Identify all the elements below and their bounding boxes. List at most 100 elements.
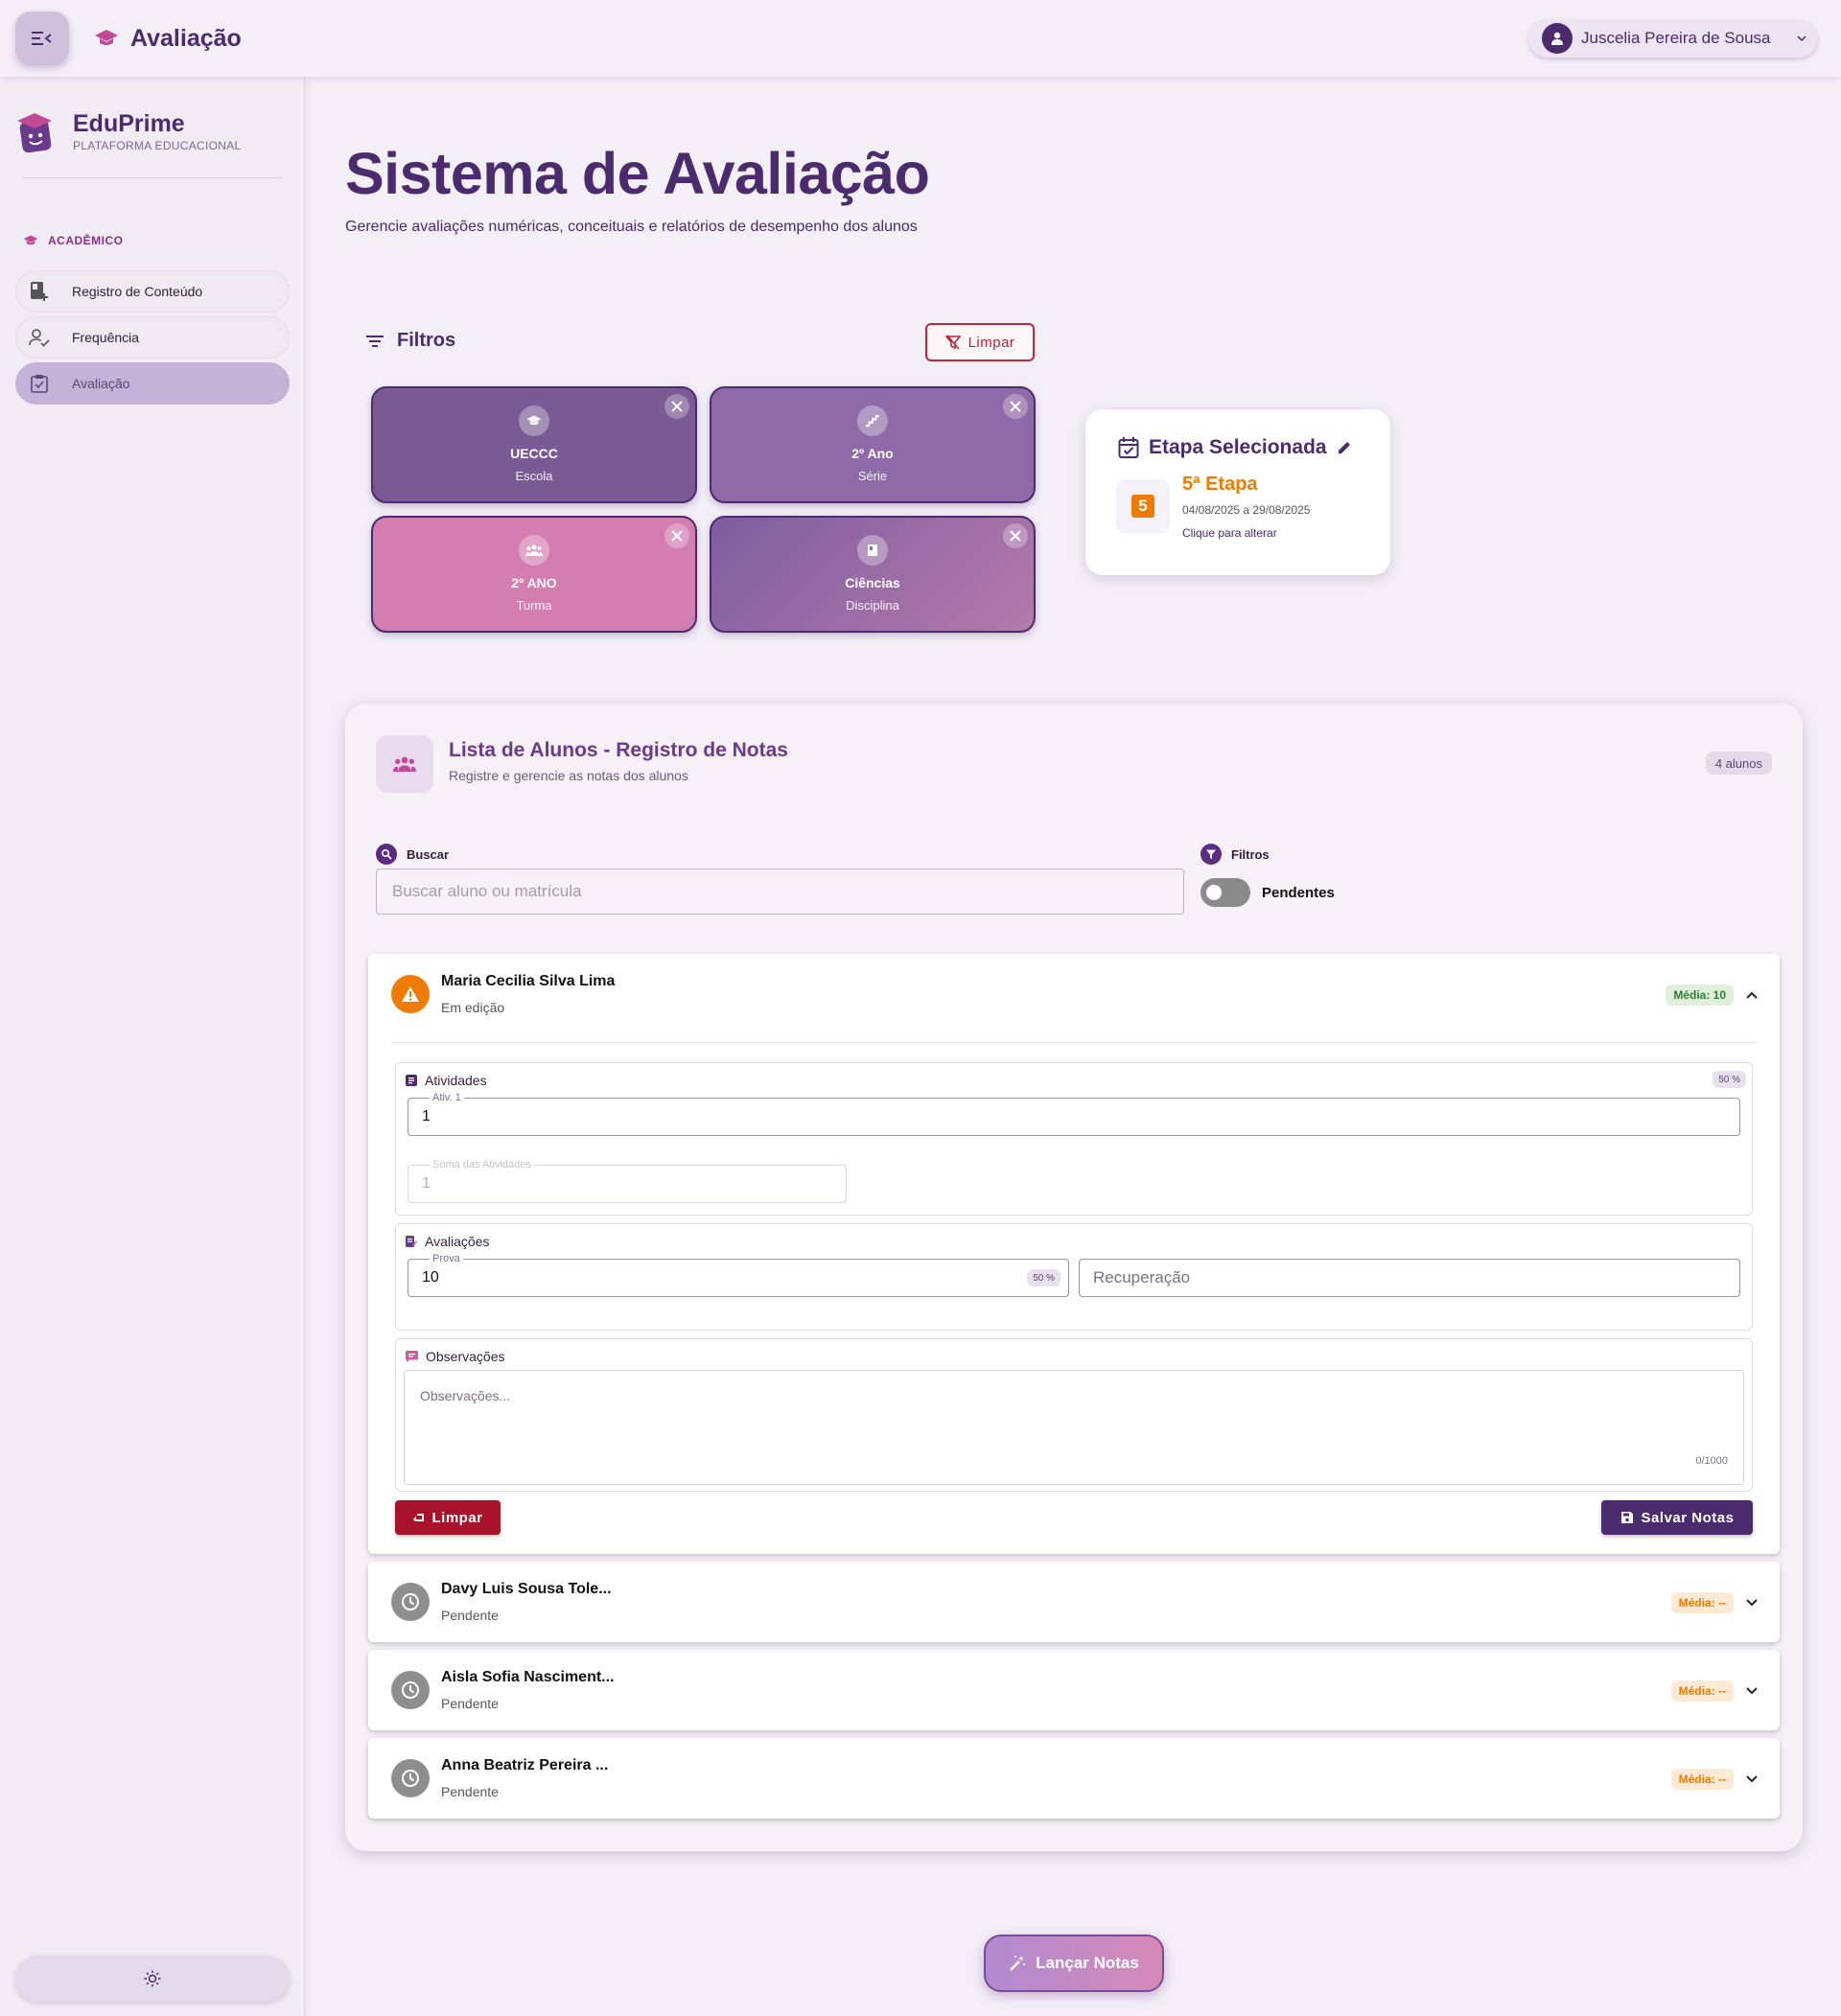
observations-section: Observações Observações... 0/1000 [395,1338,1753,1492]
chevron-up-icon[interactable] [1745,988,1759,1002]
filter-card-disciplina[interactable]: Ciências Disciplina [710,516,1036,633]
observations-counter: 0/1000 [1695,1455,1728,1467]
student-card[interactable]: Davy Luis Sousa Tole... Pendente Média: … [368,1562,1780,1642]
student-name: Aisla Sofia Nasciment... [441,1669,615,1685]
comment-icon [406,1351,418,1362]
group-icon [519,535,549,566]
student-status: Pendente [441,1696,499,1711]
theme-toggle-button[interactable] [15,1956,290,2002]
save-grades-button[interactable]: Salvar Notas [1601,1500,1753,1535]
exam-label: Prova [430,1252,463,1265]
page-subtitle: Gerencie avaliações numéricas, conceitua… [345,219,918,235]
clear-filters-label: Limpar [967,334,1015,351]
edit-pencil-icon[interactable] [1337,440,1352,455]
exam-weight-badge: 50 % [1027,1269,1060,1286]
sidebar-item-label: Registro de Conteúdo [72,284,203,299]
eraser-icon [413,1514,425,1521]
list-box-icon [406,1075,417,1086]
stage-title-text: Etapa Selecionada [1149,436,1327,458]
selected-stage-card[interactable]: Etapa Selecionada 5 5ª Etapa 04/08/2025 … [1085,409,1390,575]
activity-1-field[interactable]: Ativ. 1 1 [408,1091,1740,1136]
sidebar-item-frequencia[interactable]: Frequência [15,316,290,359]
clock-icon [391,1759,430,1797]
calendar-check-icon [1118,437,1139,458]
sidebar: EduPrime PLATAFORMA EDUCACIONAL ACADÊMIC… [0,77,305,2016]
panel-title: Lista de Alunos - Registro de Notas [449,739,788,761]
launch-grades-button[interactable]: Lançar Notas [984,1935,1164,1992]
filter-value: Ciências [845,575,900,591]
activity-1-value: 1 [422,1108,431,1124]
exam-grade-field[interactable]: Prova 10 50 % [408,1252,1069,1297]
sidebar-item-label: Frequência [72,330,140,345]
chevron-down-icon[interactable] [1745,1684,1759,1698]
user-menu-button[interactable]: Juscelia Pereira de Sousa [1528,19,1818,58]
observations-textarea[interactable]: Observações... 0/1000 [404,1370,1744,1485]
student-name: Maria Cecilia Silva Lima [441,973,616,989]
clear-grades-button[interactable]: Limpar [395,1500,501,1535]
avatar [1542,23,1573,54]
change-stage-link[interactable]: Clique para alterar [1182,526,1277,540]
student-status: Pendente [441,1784,499,1799]
chevron-down-icon[interactable] [1745,1596,1759,1610]
recovery-grade-field[interactable]: Recuperação [1079,1259,1740,1297]
brand: EduPrime PLATAFORMA EDUCACIONAL [13,109,242,155]
filter-card-serie[interactable]: 2º Ano Série [710,386,1036,503]
filter-label: Escola [515,469,553,483]
stage-title: Etapa Selecionada [1118,436,1352,459]
chevron-down-icon[interactable] [1745,1773,1759,1786]
remove-filter-button[interactable] [1003,394,1028,419]
student-card[interactable]: Anna Beatriz Pereira ... Pendente Média:… [368,1738,1780,1819]
section-label-academico: ACADÊMICO [23,234,124,247]
sidebar-item-avaliacao[interactable]: Avaliação [15,362,290,405]
brand-name: EduPrime [73,110,185,137]
clear-filters-button[interactable]: Limpar [925,323,1035,361]
activities-title: Atividades [425,1073,487,1088]
group-icon [376,735,433,793]
menu-toggle-button[interactable] [15,12,69,65]
observations-placeholder: Observações... [420,1388,511,1403]
user-name: Juscelia Pereira de Sousa [1581,29,1771,47]
filter-lines-icon [366,335,384,347]
filter-card-turma[interactable]: 2º ANO Turma [371,516,697,633]
pending-toggle[interactable] [1200,878,1250,907]
student-name: Anna Beatriz Pereira ... [441,1757,609,1773]
activity-1-label: Ativ. 1 [430,1091,464,1104]
filter-label: Disciplina [846,598,899,613]
student-card[interactable]: Aisla Sofia Nasciment... Pendente Média:… [368,1650,1780,1730]
close-icon [671,401,683,412]
close-icon [1010,401,1021,412]
divider [23,177,282,178]
filter-value: UECCC [510,446,558,461]
clock-icon [391,1671,430,1709]
filter-card-escola[interactable]: UECCC Escola [371,386,697,503]
student-status: Em edição [441,1000,505,1015]
panel-subtitle: Registre e gerencie as notas dos alunos [449,768,688,783]
activities-section: Atividades 50 % Ativ. 1 1 Soma das Ativi… [395,1062,1753,1216]
search-icon [376,844,397,865]
filters-label-text: Filtros [1231,846,1270,862]
warning-icon [391,975,430,1013]
sidebar-item-registro-de-conteudo[interactable]: Registro de Conteúdo [15,270,290,313]
filters-heading-text: Filtros [397,330,456,351]
graduation-cap-icon [519,406,549,436]
remove-filter-button[interactable] [1003,523,1028,548]
filters-label: Filtros [1200,844,1270,865]
filter-value: 2º Ano [851,446,894,461]
exam-value: 10 [422,1269,439,1286]
remove-filter-button[interactable] [664,523,689,548]
graduation-cap-icon [23,235,38,245]
funnel-icon [1200,844,1222,865]
average-badge: Média: 10 [1666,985,1734,1006]
close-icon [671,530,683,542]
book-icon [857,535,888,566]
book-plus-icon [28,280,51,303]
page-title: Avaliação [130,24,242,52]
search-input[interactable] [376,869,1184,915]
filter-label: Turma [516,598,552,613]
magic-wand-icon [1010,1956,1026,1971]
remove-filter-button[interactable] [664,394,689,419]
chevron-down-icon [1797,35,1806,41]
sidebar-item-label: Avaliação [72,376,130,391]
assessments-heading: Avaliações [406,1234,489,1249]
save-icon [1620,1512,1633,1523]
